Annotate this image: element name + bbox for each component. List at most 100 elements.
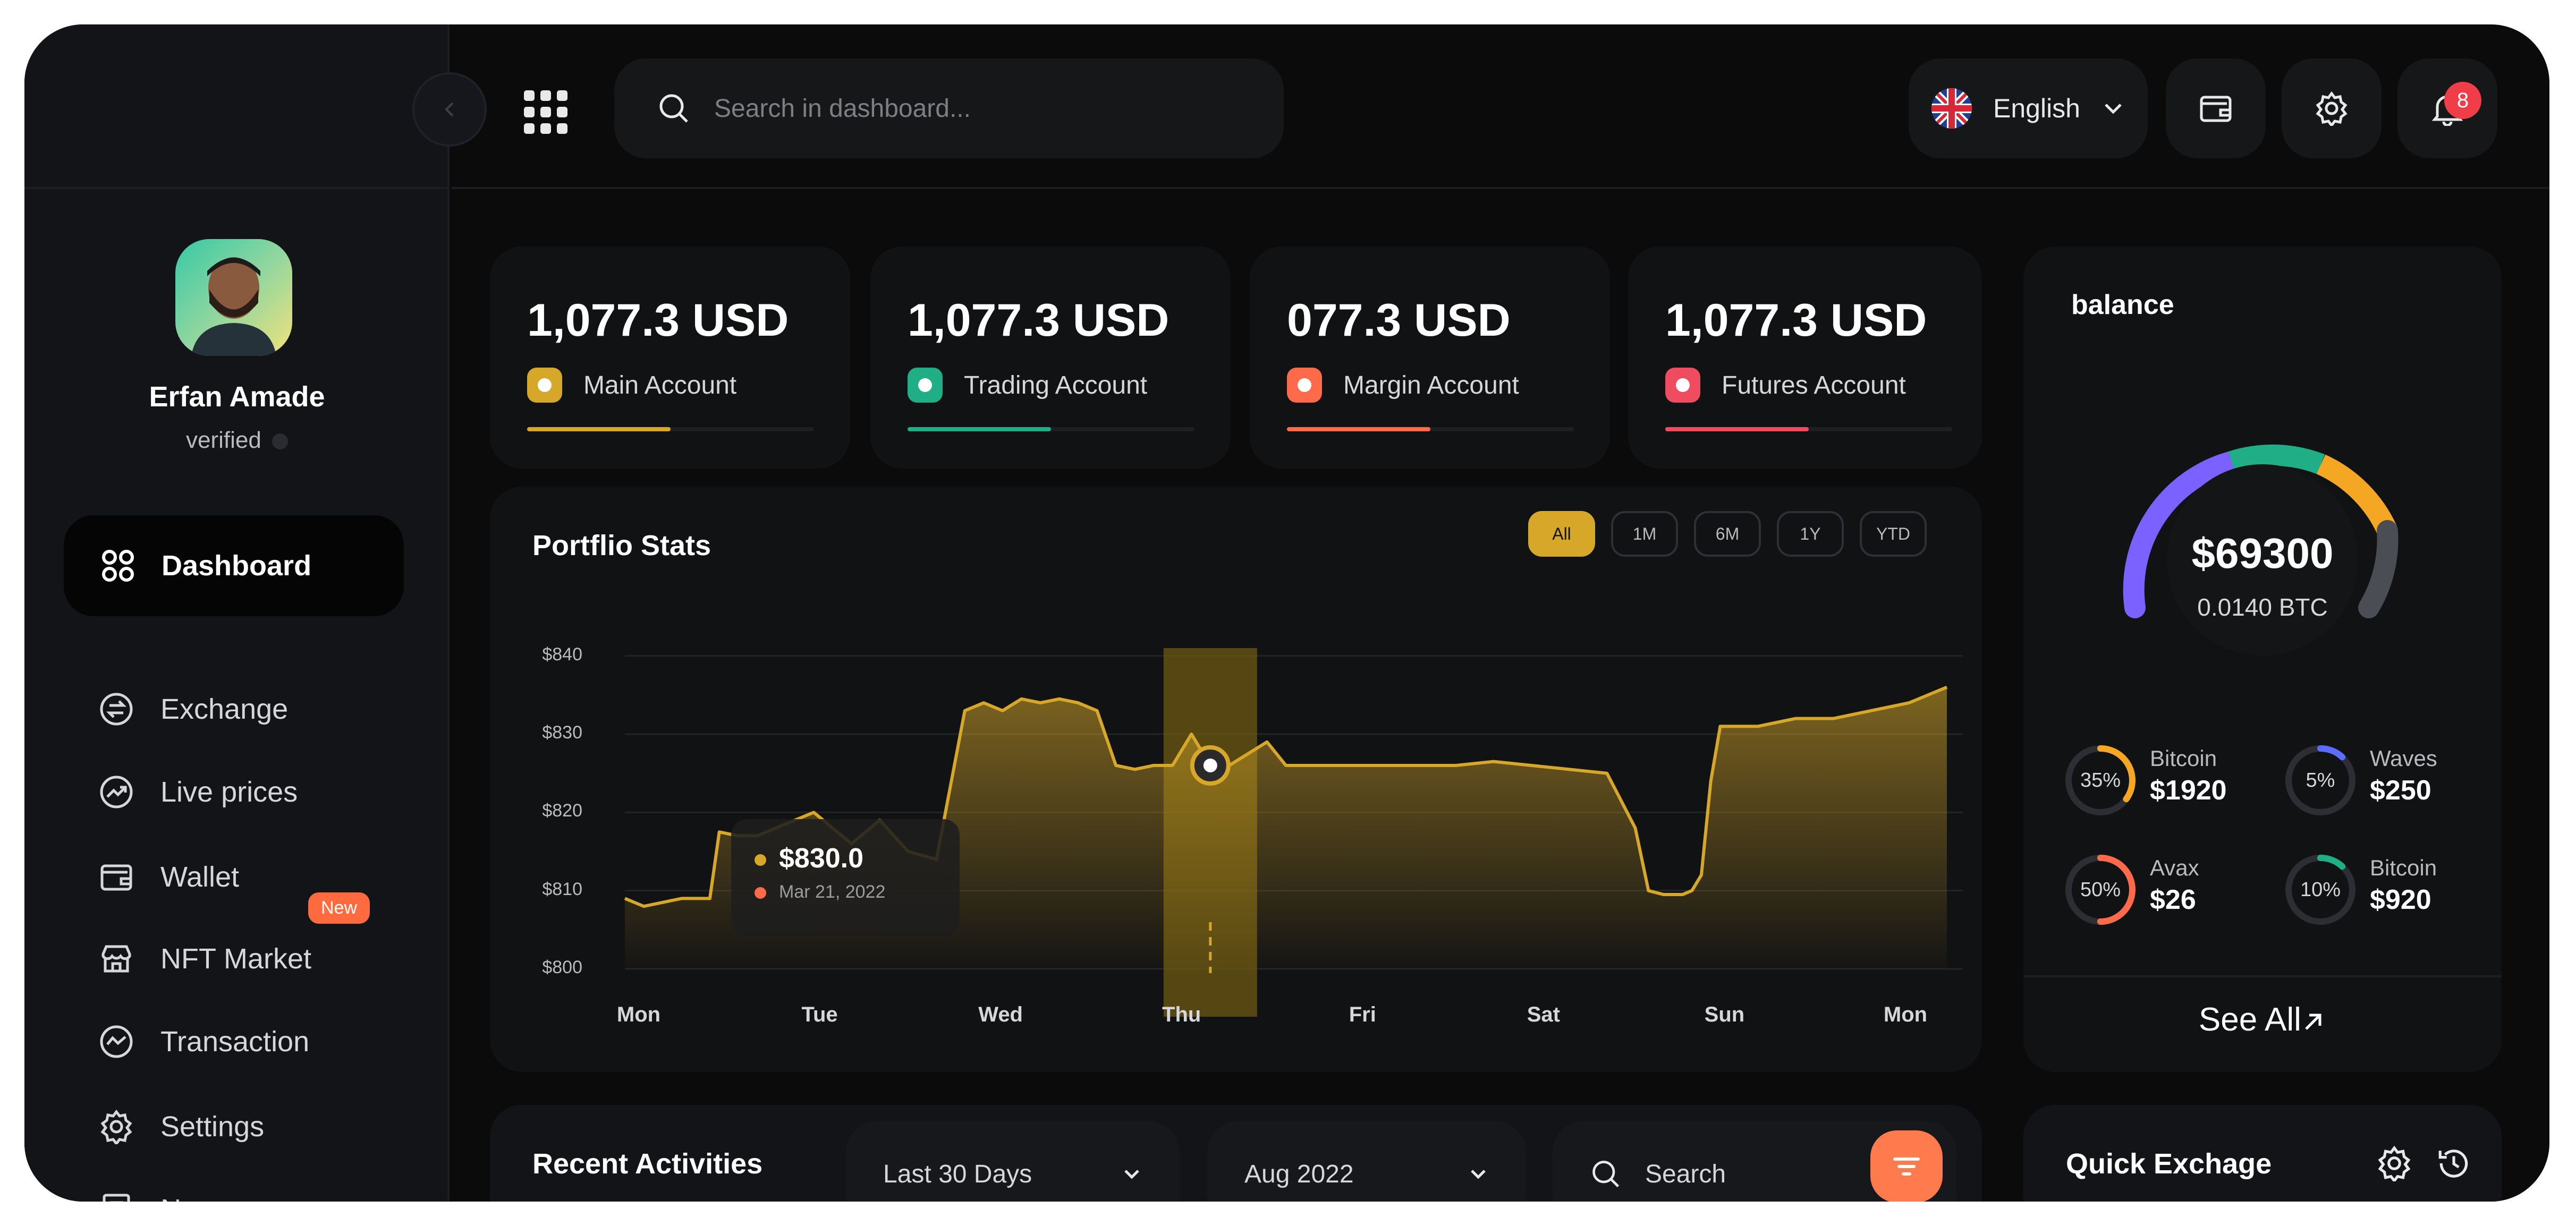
chart-tooltip: $830.0 Mar 21, 2022 bbox=[731, 819, 960, 936]
month-value: Aug 2022 bbox=[1244, 1160, 1354, 1188]
sidebar-item-label: NFT Market bbox=[160, 943, 312, 975]
sidebar-item-nft-market[interactable]: NFT Market bbox=[99, 941, 311, 976]
x-tick-label: Sun bbox=[1704, 1003, 1745, 1026]
account-dot-icon bbox=[908, 368, 943, 403]
notification-count-badge: 8 bbox=[2444, 82, 2481, 119]
sidebar-item-exchange[interactable]: Exchange bbox=[99, 692, 288, 727]
coin-name: Bitcoin bbox=[2370, 855, 2437, 880]
sidebar-item-news[interactable]: News bbox=[99, 1192, 232, 1202]
coin-stat[interactable]: 5% Waves $250 bbox=[2281, 736, 2493, 816]
y-tick-label: $830 bbox=[542, 722, 582, 743]
coin-name: Avax bbox=[2150, 855, 2199, 880]
balance-amount: $69300 bbox=[2191, 530, 2334, 577]
account-card-main[interactable]: 1,077.3 USD Main Account bbox=[490, 246, 850, 469]
notifications-button[interactable]: 8 bbox=[2397, 58, 2497, 158]
sidebar-item-transaction[interactable]: Transaction bbox=[99, 1024, 309, 1059]
recent-activities-card: Recent Activities Last 30 Days Aug 2022 … bbox=[490, 1105, 1982, 1202]
transaction-icon bbox=[100, 1025, 133, 1058]
x-tick-label: Sat bbox=[1527, 1003, 1560, 1026]
divider bbox=[2023, 975, 2502, 977]
sidebar-item-label: Live prices bbox=[160, 776, 298, 808]
period-value: Last 30 Days bbox=[883, 1160, 1032, 1188]
account-dot-icon bbox=[1287, 368, 1322, 403]
new-badge: New bbox=[308, 892, 370, 924]
grid-icon bbox=[524, 90, 567, 134]
period-dropdown[interactable]: Last 30 Days bbox=[846, 1121, 1180, 1202]
gauge-segment-green bbox=[2228, 444, 2325, 474]
x-tick-label: Thu bbox=[1162, 1003, 1201, 1026]
y-tick-label: $840 bbox=[542, 644, 582, 665]
range-1m-button[interactable]: 1M bbox=[1611, 511, 1678, 557]
wallet-button[interactable] bbox=[2166, 58, 2266, 158]
coin-stat[interactable]: 50% Avax $26 bbox=[2061, 846, 2273, 925]
sidebar-item-dashboard[interactable]: Dashboard bbox=[64, 515, 404, 616]
activities-title: Recent Activities bbox=[532, 1148, 763, 1180]
account-dot-icon bbox=[527, 368, 562, 403]
x-tick-label: Mon bbox=[616, 1003, 661, 1026]
account-label: Margin Account bbox=[1343, 371, 1519, 399]
balance-btc: 0.0140 BTC bbox=[2197, 593, 2328, 621]
coin-value: $920 bbox=[2370, 884, 2431, 915]
month-dropdown[interactable]: Aug 2022 bbox=[1207, 1121, 1526, 1202]
uk-flag-icon bbox=[1931, 88, 1972, 129]
apps-grid-button[interactable] bbox=[522, 88, 570, 136]
store-icon bbox=[101, 945, 131, 973]
range-6m-button[interactable]: 6M bbox=[1694, 511, 1761, 557]
account-card-trading[interactable]: 1,077.3 USD Trading Account bbox=[870, 246, 1231, 469]
y-tick-label: $810 bbox=[542, 879, 582, 899]
history-icon[interactable] bbox=[2436, 1145, 2472, 1181]
language-selector[interactable]: English bbox=[1909, 58, 2148, 158]
range-1y-button[interactable]: 1Y bbox=[1777, 511, 1844, 557]
avatar[interactable] bbox=[175, 239, 292, 356]
account-card-futures[interactable]: 1,077.3 USD Futures Account bbox=[1628, 246, 1982, 469]
x-tick-label: Mon bbox=[1883, 1003, 1928, 1026]
collapse-sidebar-button[interactable] bbox=[412, 72, 487, 147]
see-all-label: See All bbox=[2198, 1001, 2301, 1038]
chevron-down-icon bbox=[1124, 1170, 1139, 1179]
coin-stat[interactable]: 35% Bitcoin $1920 bbox=[2061, 736, 2273, 816]
account-label: Main Account bbox=[583, 371, 737, 399]
coin-value: $26 bbox=[2150, 884, 2196, 915]
search-input[interactable]: Search in dashboard... bbox=[714, 94, 971, 123]
range-all-button[interactable]: All bbox=[1528, 511, 1595, 557]
chevron-down-icon bbox=[1471, 1170, 1486, 1179]
sidebar-item-settings[interactable]: Settings bbox=[99, 1109, 264, 1144]
gear-icon bbox=[100, 1109, 132, 1144]
account-label: Futures Account bbox=[1722, 371, 1906, 399]
coin-percent: 10% bbox=[2300, 878, 2341, 901]
account-progress-fill bbox=[527, 427, 671, 431]
wallet-icon bbox=[2200, 96, 2232, 122]
gear-icon[interactable] bbox=[2376, 1145, 2412, 1181]
sidebar-item-label: Wallet bbox=[160, 861, 240, 893]
settings-button[interactable] bbox=[2282, 58, 2382, 158]
user-photo bbox=[191, 257, 276, 356]
gear-icon bbox=[2316, 91, 2348, 126]
tooltip-date: Mar 21, 2022 bbox=[779, 882, 886, 902]
coin-percent: 35% bbox=[2080, 769, 2121, 791]
account-dot-icon bbox=[1665, 368, 1700, 403]
sidebar-item-label: Settings bbox=[160, 1111, 265, 1143]
search-bar[interactable]: Search in dashboard... bbox=[614, 58, 1284, 158]
sidebar-item-label: Transaction bbox=[160, 1026, 310, 1058]
coin-value: $1920 bbox=[2150, 775, 2227, 806]
search-icon bbox=[1592, 1161, 1620, 1188]
sidebar-item-live-prices[interactable]: Live prices bbox=[99, 774, 298, 810]
portfolio-stats-card: Portflio Stats All 1M 6M 1Y YTD bbox=[490, 487, 1982, 1072]
user-status-label: verified bbox=[185, 427, 261, 453]
sidebar-item-label: Exchange bbox=[160, 693, 289, 725]
sidebar-header bbox=[24, 24, 450, 189]
coin-value: $250 bbox=[2370, 775, 2431, 806]
account-amount: 077.3 USD bbox=[1287, 295, 1511, 346]
activities-search-input[interactable]: Search bbox=[1645, 1160, 1726, 1189]
x-tick-label: Wed bbox=[978, 1003, 1023, 1026]
sidebar-item-wallet[interactable]: Wallet bbox=[99, 859, 239, 895]
account-label-row: Trading Account bbox=[908, 368, 1147, 403]
account-progress bbox=[1665, 427, 1952, 431]
tooltip-dot bbox=[755, 854, 766, 866]
account-card-margin[interactable]: 077.3 USD Margin Account bbox=[1250, 246, 1610, 469]
range-ytd-button[interactable]: YTD bbox=[1860, 511, 1927, 557]
see-all-link[interactable]: See All bbox=[2023, 1001, 2502, 1038]
balance-title: balance bbox=[2071, 290, 2174, 320]
filter-button[interactable] bbox=[1870, 1130, 1943, 1202]
coin-stat[interactable]: 10% Bitcoin $920 bbox=[2281, 846, 2493, 925]
